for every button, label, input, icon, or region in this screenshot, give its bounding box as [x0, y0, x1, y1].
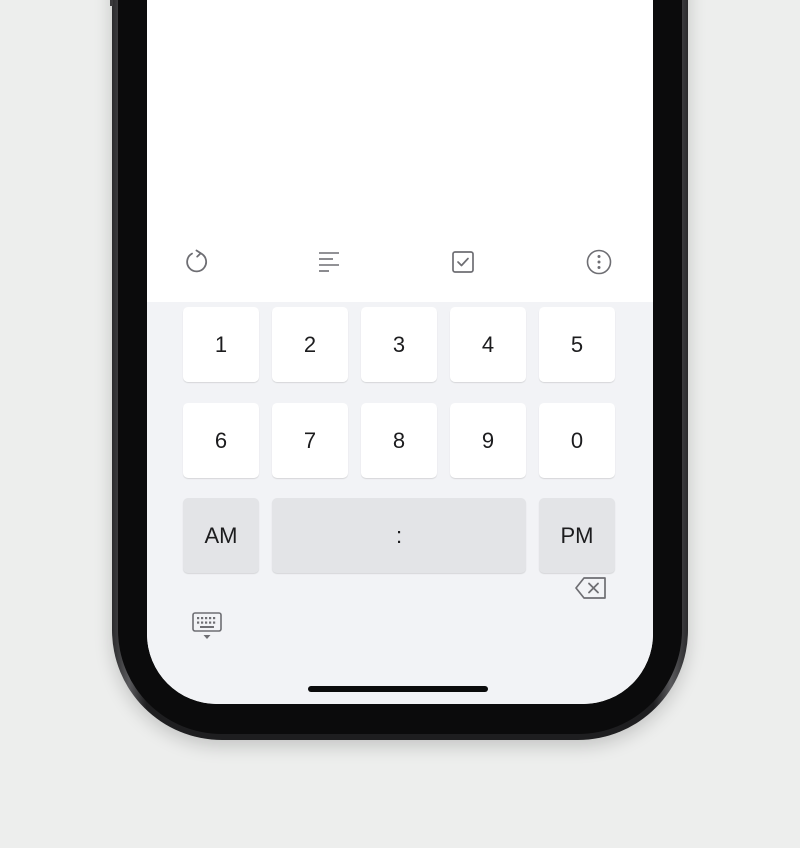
colon-key[interactable]: : — [272, 498, 526, 573]
numeric-time-keyboard: 1 2 3 4 5 6 7 8 9 0 AM : PM — [147, 302, 653, 704]
checklist-button[interactable] — [443, 242, 483, 282]
key-5[interactable]: 5 — [539, 307, 615, 382]
backspace-button[interactable] — [571, 570, 611, 606]
key-3[interactable]: 3 — [361, 307, 437, 382]
key-1[interactable]: 1 — [183, 307, 259, 382]
home-indicator[interactable] — [308, 686, 488, 692]
more-icon — [586, 249, 612, 275]
key-8[interactable]: 8 — [361, 403, 437, 478]
editor-toolbar — [147, 232, 653, 294]
key-0[interactable]: 0 — [539, 403, 615, 478]
key-6[interactable]: 6 — [183, 403, 259, 478]
backspace-icon — [575, 577, 606, 599]
key-4[interactable]: 4 — [450, 307, 526, 382]
pm-key[interactable]: PM — [539, 498, 615, 573]
more-button[interactable] — [579, 242, 619, 282]
phone-screen: 1 2 3 4 5 6 7 8 9 0 AM : PM — [147, 0, 653, 704]
side-button-left — [110, 0, 113, 6]
checkbox-icon — [452, 251, 474, 273]
text-align-icon — [319, 252, 339, 272]
am-key[interactable]: AM — [183, 498, 259, 573]
key-2[interactable]: 2 — [272, 307, 348, 382]
keyboard-hide-icon — [192, 612, 222, 639]
key-7[interactable]: 7 — [272, 403, 348, 478]
hide-keyboard-button[interactable] — [187, 608, 227, 644]
refresh-icon — [186, 249, 208, 273]
key-9[interactable]: 9 — [450, 403, 526, 478]
text-format-button[interactable] — [309, 242, 349, 282]
refresh-button[interactable] — [177, 242, 217, 282]
